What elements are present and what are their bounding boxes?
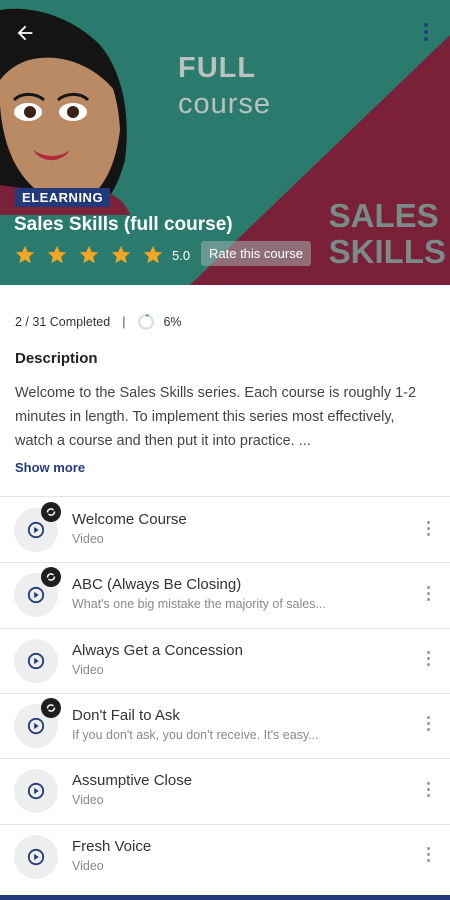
show-more-link[interactable]: Show more bbox=[15, 460, 85, 475]
lesson-thumbnail bbox=[14, 769, 58, 814]
more-vertical-icon bbox=[426, 781, 430, 785]
lesson-subtitle: If you don't ask, you don't receive. It'… bbox=[72, 727, 319, 742]
more-vertical-icon bbox=[426, 847, 430, 850]
completed-status-icon bbox=[41, 697, 61, 718]
banner-text-skills: SKILLS bbox=[328, 233, 446, 270]
back-button[interactable] bbox=[10, 18, 40, 48]
lesson-item[interactable]: Assumptive Close Video bbox=[0, 758, 450, 823]
lesson-thumbnail bbox=[14, 834, 58, 879]
banner-text-sales-skills: SALES SKILLS bbox=[329, 198, 446, 270]
lesson-title: Don't Fail to Ask bbox=[72, 706, 180, 724]
rating-value: 5.0 bbox=[172, 247, 191, 263]
lesson-more-button[interactable] bbox=[418, 776, 438, 802]
lesson-more-button[interactable] bbox=[418, 515, 438, 541]
lesson-more-button[interactable] bbox=[418, 711, 438, 737]
more-vertical-icon bbox=[426, 651, 430, 655]
star-icon bbox=[79, 245, 99, 264]
star-icon bbox=[15, 245, 35, 264]
more-vertical-icon bbox=[426, 585, 430, 589]
lesson-item[interactable]: Don't Fail to Ask If you don't ask, you d… bbox=[0, 693, 450, 758]
more-vertical-icon bbox=[426, 716, 430, 720]
completed-count: 2 / 31 Completed bbox=[15, 315, 111, 329]
progress-ring-icon bbox=[138, 314, 155, 330]
more-vertical-icon bbox=[426, 520, 430, 524]
banner-text-sales: SALES bbox=[328, 197, 439, 234]
more-vertical-icon bbox=[424, 23, 428, 27]
completed-status-icon bbox=[41, 502, 61, 522]
lesson-subtitle: Video bbox=[72, 532, 104, 546]
lesson-title: ABC (Always Be Closing) bbox=[72, 576, 242, 594]
banner-text-full: FULL bbox=[178, 52, 257, 84]
play-circle-icon bbox=[27, 652, 45, 669]
lesson-thumbnail bbox=[14, 638, 58, 683]
star-rating: 5.0 bbox=[14, 244, 190, 266]
play-circle-icon bbox=[27, 717, 45, 734]
lesson-more-button[interactable] bbox=[418, 646, 438, 672]
lesson-subtitle: Video bbox=[72, 858, 104, 873]
banner-text-course: course bbox=[178, 88, 272, 120]
lesson-more-button[interactable] bbox=[418, 580, 438, 606]
lesson-title: Fresh Voice bbox=[72, 837, 152, 855]
lesson-item[interactable]: Fresh Voice Video bbox=[0, 824, 450, 889]
lesson-subtitle: Video bbox=[72, 793, 104, 808]
rate-course-button[interactable]: Rate this course bbox=[201, 241, 311, 266]
course-banner: FULL course SALES SKILLS ELEARNING Sales… bbox=[0, 0, 450, 285]
more-options-button[interactable] bbox=[414, 20, 438, 44]
lesson-subtitle: Video bbox=[72, 662, 104, 677]
category-badge: ELEARNING bbox=[15, 188, 111, 207]
play-circle-icon bbox=[27, 587, 45, 604]
lesson-item[interactable]: Welcome Course Video bbox=[0, 497, 450, 562]
star-icon bbox=[143, 245, 163, 264]
lesson-title: Welcome Course bbox=[72, 511, 187, 528]
course-progress: 2 / 31 Completed | 6% bbox=[15, 313, 182, 331]
completed-status-icon bbox=[41, 567, 61, 588]
star-icon bbox=[47, 245, 67, 264]
lesson-subtitle: What's one big mistake the majority of s… bbox=[72, 597, 326, 612]
progress-percent: 6% bbox=[163, 315, 182, 329]
lesson-more-button[interactable] bbox=[418, 842, 438, 868]
description-text: Welcome to the Sales Skills series. Each… bbox=[15, 385, 417, 449]
play-circle-icon bbox=[27, 848, 45, 865]
description-heading: Description bbox=[15, 350, 98, 367]
lesson-title: Assumptive Close bbox=[72, 772, 193, 790]
star-icon bbox=[111, 245, 131, 264]
lesson-title: Always Get a Concession bbox=[72, 641, 243, 659]
arrow-left-icon bbox=[17, 25, 33, 41]
course-title: Sales Skills (full course) bbox=[14, 214, 233, 235]
bottom-bar bbox=[0, 895, 450, 900]
progress-separator: | bbox=[122, 315, 126, 329]
lesson-item[interactable]: Always Get a Concession Video bbox=[0, 628, 450, 693]
play-circle-icon bbox=[27, 783, 45, 800]
play-circle-icon bbox=[27, 521, 45, 539]
lesson-item[interactable]: ABC (Always Be Closing) What's one big mi… bbox=[0, 562, 450, 627]
